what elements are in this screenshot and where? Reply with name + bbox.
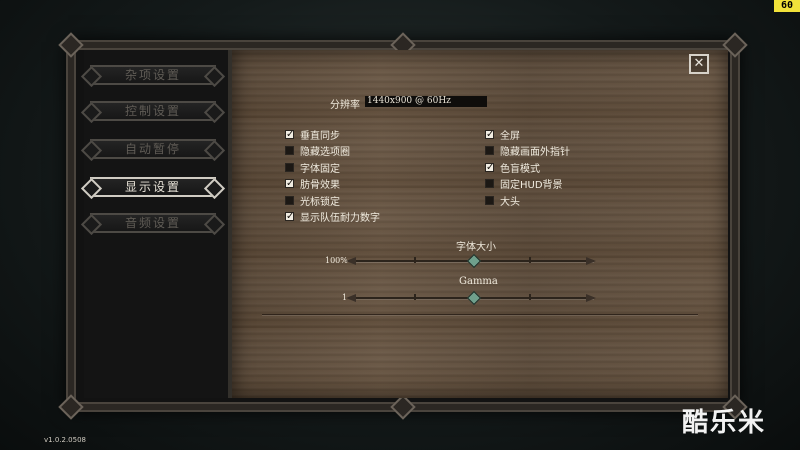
slider-right-arrow-icon xyxy=(586,257,596,265)
option-left-2[interactable]: 字体固定 xyxy=(285,161,340,175)
slider-left-arrow-icon xyxy=(346,294,356,302)
font-size-value: 100% xyxy=(325,256,348,265)
checkbox-checked-icon[interactable]: ✓ xyxy=(485,129,494,139)
version-label: v1.0.2.0508 xyxy=(44,436,86,444)
gamma-slider-title: Gamma xyxy=(459,276,498,287)
option-left-4[interactable]: 光标锁定 xyxy=(285,194,340,208)
option-right-4[interactable]: 大头 xyxy=(485,194,520,208)
option-right-0[interactable]: ✓ 全屏 xyxy=(485,128,520,142)
nav-display-settings[interactable]: 显示设置 xyxy=(90,177,216,197)
slider-tick xyxy=(529,257,531,263)
option-label: 隐藏画面外指针 xyxy=(500,147,570,158)
option-label: 显示队伍耐力数字 xyxy=(300,213,380,224)
option-left-3[interactable]: ✓ 肪骨效果 xyxy=(285,178,340,191)
font-size-slider-title: 字体大小 xyxy=(456,242,496,253)
resolution-dropdown[interactable]: 1440x900 @ 60Hz xyxy=(365,96,487,107)
section-divider xyxy=(262,314,698,315)
option-label: 光标锁定 xyxy=(300,196,340,208)
option-right-1[interactable]: 隐藏画面外指针 xyxy=(485,145,570,158)
option-label: 全屏 xyxy=(500,130,520,142)
checkbox-checked-icon[interactable]: ✓ xyxy=(285,212,294,222)
nav-audio-settings[interactable]: 音频设置 xyxy=(90,213,216,233)
checkbox-unchecked-icon[interactable] xyxy=(285,162,294,172)
checkbox-unchecked-icon[interactable] xyxy=(485,146,494,155)
option-left-1[interactable]: 隐藏选项圈 xyxy=(285,145,350,158)
checkbox-checked-icon[interactable]: ✓ xyxy=(285,129,294,139)
fps-counter: 60 xyxy=(774,0,800,12)
option-label: 大头 xyxy=(500,196,520,208)
nav-control-settings[interactable]: 控制设置 xyxy=(90,101,216,121)
option-left-0[interactable]: ✓ 垂直同步 xyxy=(285,128,340,142)
slider-right-arrow-icon xyxy=(586,294,596,302)
option-label: 肪骨效果 xyxy=(300,180,340,191)
resolution-label: 分辨率 xyxy=(330,100,360,111)
slider-tick xyxy=(529,294,531,300)
close-icon[interactable]: ✕ xyxy=(689,54,709,74)
checkbox-unchecked-icon[interactable] xyxy=(485,195,494,205)
nav-misc-settings[interactable]: 杂项设置 xyxy=(90,65,216,85)
option-label: 固定HUD背景 xyxy=(500,180,563,191)
checkbox-checked-icon[interactable]: ✓ xyxy=(285,179,294,189)
slider-tick xyxy=(414,257,416,263)
watermark: 酷乐米 xyxy=(682,408,767,438)
option-right-2[interactable]: ✓ 色盲模式 xyxy=(485,161,540,175)
option-left-5[interactable]: ✓ 显示队伍耐力数字 xyxy=(285,211,380,224)
option-label: 垂直同步 xyxy=(300,130,340,142)
nav-auto-pause[interactable]: 自动暂停 xyxy=(90,139,216,159)
checkbox-checked-icon[interactable]: ✓ xyxy=(485,162,494,172)
checkbox-unchecked-icon[interactable] xyxy=(285,146,294,155)
checkbox-unchecked-icon[interactable] xyxy=(285,195,294,205)
option-label: 字体固定 xyxy=(300,163,340,175)
slider-tick xyxy=(414,294,416,300)
option-label: 隐藏选项圈 xyxy=(300,147,350,158)
slider-left-arrow-icon xyxy=(346,257,356,265)
option-right-3[interactable]: 固定HUD背景 xyxy=(485,178,563,191)
checkbox-unchecked-icon[interactable] xyxy=(485,179,494,188)
option-label: 色盲模式 xyxy=(500,163,540,175)
